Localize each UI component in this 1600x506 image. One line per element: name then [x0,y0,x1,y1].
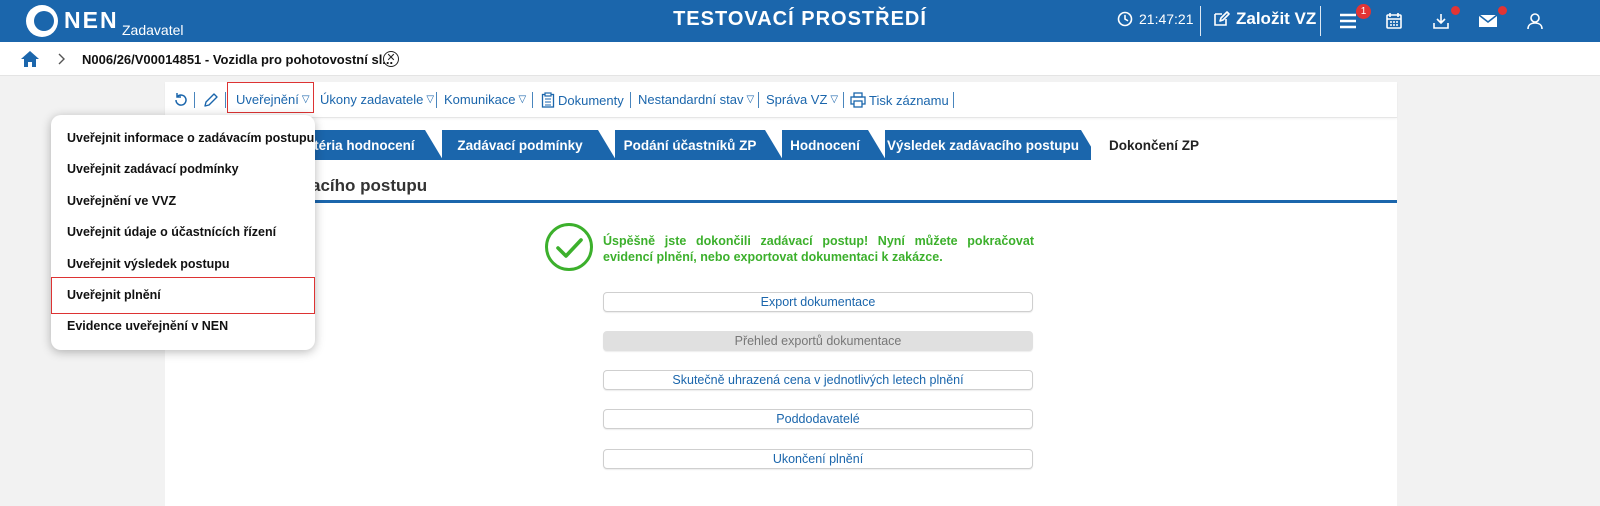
clipboard-icon [541,92,555,108]
communication-menu-label: Komunikace [444,92,516,107]
success-message: Úspěšně jste dokončili zadávací postup! … [603,234,1034,264]
top-header: NEN Zadavatel TESTOVACÍ PROSTŘEDÍ 21:47:… [0,0,1600,42]
check-circle-icon [544,222,594,272]
nonstandard-state-label: Nestandardní stav [638,92,744,107]
close-tab-icon[interactable]: ✕ [383,51,399,67]
refresh-icon [175,93,187,106]
toolbar-separator [436,92,437,108]
export-documentation-button[interactable]: Export dokumentace [603,292,1033,312]
menu-item-publish-participants[interactable]: Uveřejnit údaje o účastnících řízení [67,225,276,239]
menu-item-publish-result[interactable]: Uveřejnit výsledek postupu [67,257,230,271]
toolbar-separator [225,92,226,108]
communication-menu[interactable]: Komunikace ▽ [444,92,526,107]
session-clock: 21:47:21 [1117,11,1194,27]
tab-procedure-result[interactable]: Výsledek zadávacího postupu [885,130,1099,160]
nonstandard-state-menu[interactable]: Nestandardní stav ▽ [638,92,754,107]
refresh-button[interactable] [173,92,189,108]
user-icon [1527,13,1543,30]
action-toolbar: Uveřejnění ▽ Úkony zadavatele ▽ Komunika… [165,82,1397,118]
publish-menu-highlight [227,82,314,113]
calendar-button[interactable] [1382,9,1406,33]
process-tabs: Kritéria hodnocení Zadávací podmínky Pod… [165,130,1397,160]
subcontractors-button[interactable]: Poddodavatelé [603,409,1033,429]
menu-item-publish-procedure-info[interactable]: Uveřejnit informace o zadávacím postupu [67,131,314,145]
pencil-icon [204,93,218,107]
triangle-down-icon: ▽ [518,94,527,105]
toolbar-separator [630,92,631,108]
tab-participant-submissions[interactable]: Podání účastníků ZP [615,130,783,160]
toolbar-separator [758,92,759,108]
edit-icon [1214,11,1230,26]
toolbar-separator [194,92,195,108]
export-overview-button[interactable]: Přehled exportů dokumentace [603,331,1033,351]
chevron-right-icon [58,52,66,70]
tab-tender-conditions[interactable]: Zadávací podmínky [442,130,616,160]
vz-management-label: Správa VZ [766,92,828,107]
downloads-indicator [1451,6,1460,15]
downloads-button[interactable] [1429,9,1453,33]
tab-label: Dokončení ZP [1108,137,1199,153]
messages-button[interactable] [1476,9,1500,33]
breadcrumb: N006/26/V00014851 - Vozidla pro pohotovo… [0,42,1600,76]
documents-label: Dokumenty [558,92,624,108]
header-divider [1200,6,1201,36]
tab-label: Zadávací podmínky [457,137,583,153]
toolbar-separator [532,92,533,108]
menu-item-publish-tender-conditions[interactable]: Uveřejnit zadávací podmínky [67,162,239,176]
triangle-down-icon: ▽ [746,94,755,105]
actions-menu-label: Úkony zadavatele [320,92,424,107]
tab-evaluation[interactable]: Hodnocení [782,130,886,160]
tab-label: Hodnocení [790,137,860,153]
print-record-label: Tisk záznamu [869,92,949,108]
menu-item-publish-vvz[interactable]: Uveřejnění ve VVZ [67,194,176,208]
calendar-icon [1386,13,1402,29]
create-vz-label: Založit VZ [1236,9,1317,28]
user-profile-button[interactable] [1523,9,1547,33]
header-divider [1320,6,1321,36]
end-performance-button[interactable]: Ukončení plnění [603,449,1033,469]
tab-label: Výsledek zadávacího postupu [886,137,1080,153]
publish-dropdown-menu: Uveřejnit informace o zadávacím postupu … [51,115,315,350]
edit-button[interactable] [203,92,219,108]
tab-label: Podání účastníků ZP [623,137,757,153]
triangle-down-icon: ▽ [830,94,839,105]
home-icon [21,51,39,67]
documents-button[interactable]: Dokumenty [541,92,624,108]
messages-indicator [1498,6,1507,15]
section-underline [165,200,1397,203]
paid-price-by-year-button[interactable]: Skutečně uhrazená cena v jednotlivých le… [603,370,1033,390]
vz-management-menu[interactable]: Správa VZ ▽ [766,92,838,107]
tab-completion[interactable]: Dokončení ZP [1091,130,1235,160]
menu-item-publication-records[interactable]: Evidence uveřejnění v NEN [67,319,228,333]
menu-item-highlight [51,277,315,314]
toolbar-separator [953,92,954,108]
triangle-down-icon: ▽ [426,94,435,105]
actions-menu[interactable]: Úkony zadavatele ▽ [320,92,434,107]
breadcrumb-current[interactable]: N006/26/V00014851 - Vozidla pro pohotovo… [82,52,393,67]
clock-icon [1117,11,1133,27]
notification-count-badge: 1 [1356,4,1371,19]
clock-time: 21:47:21 [1139,11,1194,27]
toolbar-separator [843,92,844,108]
print-record-button[interactable]: Tisk záznamu [850,92,949,108]
download-icon [1433,14,1449,29]
section-title: acího postupu [311,176,428,195]
hamburger-icon [1340,13,1356,29]
mail-icon [1478,14,1498,27]
home-link[interactable] [20,50,40,73]
create-vz-button[interactable]: Založit VZ [1212,9,1316,29]
printer-icon [850,92,866,108]
